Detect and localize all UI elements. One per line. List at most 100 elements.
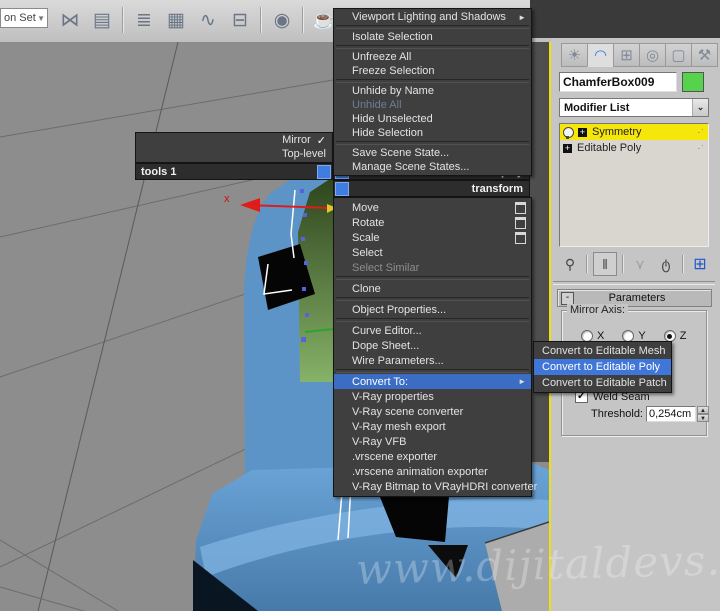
remove-modifier-icon[interactable]: ტ [655,253,677,275]
check-icon: ✓ [316,134,326,147]
quad-title-tools[interactable]: tools 1 [135,163,333,180]
container-icon[interactable]: ▦ [162,6,190,34]
display-menu-item[interactable]: Hide Selection [334,126,531,140]
display-menu-item[interactable]: Viewport Lighting and Shadows ► [334,10,531,24]
transform-menu-item[interactable]: .vrscene animation exporter [334,464,531,479]
transform-menu-item[interactable]: Rotate [334,215,531,230]
transform-menu-item[interactable]: Dope Sheet... [334,338,531,353]
threshold-spinner[interactable]: ▲ ▼ [697,406,709,422]
transform-menu-item[interactable]: .vrscene exporter [334,449,531,464]
transform-menu-item[interactable]: Object Properties... [334,302,531,317]
menu-item-label: Curve Editor... [352,324,422,337]
transform-menu-item[interactable]: Select [334,245,531,260]
modifier-list-label: Modifier List [564,101,630,114]
transform-menu-item[interactable]: V-Ray scene converter [334,404,531,419]
drag-dots-icon: ·˙ [697,143,705,153]
object-name-field[interactable] [559,72,677,92]
quad-menu-item[interactable]: Mirror ✓ [136,133,332,147]
menu-item-label: Convert to Editable Poly [542,361,661,373]
menu-separator [336,297,529,301]
display-tab[interactable]: ▢ [665,43,691,67]
transform-menu-item[interactable]: Curve Editor... [334,323,531,338]
modifier-stack-row[interactable]: + Symmetry ·˙ [560,124,708,140]
menu-item-label: Freeze Selection [352,65,435,77]
toolbar-icons: ⋈▤≣▦∿⊟◉☕☕ [54,4,372,36]
display-menu-item[interactable]: Hide Unselected [334,112,531,126]
quad-center-square [317,165,331,179]
transform-menu-item[interactable]: Wire Parameters... [334,353,531,368]
transform-menu-item[interactable]: Move [334,200,531,215]
transform-menu-item[interactable]: Scale [334,230,531,245]
toolbar-separator [622,255,624,273]
chevron-down-icon: ⌄ [692,99,708,116]
display-menu-item[interactable]: Unhide All [334,98,531,112]
named-selection-set-combo[interactable]: on Set ▼ [0,8,48,28]
show-end-result-icon[interactable]: ‖ [593,252,617,276]
modifier-stack-row[interactable]: + Editable Poly ·˙ [560,140,708,156]
transform-menu-item[interactable]: V-Ray VFB [334,434,531,449]
gizmo-x-label: x [224,193,230,205]
mirror-icon[interactable]: ⋈ [56,6,84,34]
curve-editor-icon[interactable]: ∿ [194,6,222,34]
spinner-up-icon[interactable]: ▲ [697,406,709,414]
menu-item-label: V-Ray VFB [352,435,407,448]
convert-submenu-item[interactable]: Convert to Editable Poly [534,359,671,375]
transform-menu-item[interactable]: Clone [334,281,531,296]
modifier-stack: + Symmetry ·˙ + Editable Poly ·˙ [559,123,709,247]
object-name-row [559,72,704,92]
settings-box-icon[interactable] [515,201,526,214]
create-tab[interactable]: ☀ [561,43,587,67]
convert-submenu-item[interactable]: Convert to Editable Patch [534,375,671,391]
display-menu-item[interactable]: Unfreeze All [334,50,531,64]
collapse-icon[interactable]: - [561,291,574,305]
convert-submenu-item[interactable]: Convert to Editable Mesh [534,343,671,359]
quad-title-transform[interactable]: transform [333,180,530,197]
layer-manager-icon[interactable]: ≣ [130,6,158,34]
transform-menu-item[interactable]: V-Ray Bitmap to VRayHDRI converter [334,479,537,494]
threshold-input[interactable] [646,406,696,422]
display-menu-item[interactable]: Freeze Selection [334,64,531,78]
radio-label: Z [679,330,687,342]
schematic-view-icon[interactable]: ⊟ [226,6,254,34]
transform-menu-item[interactable]: Convert To: ► [334,374,531,389]
menu-item-label: Save Scene State... [352,147,450,159]
drag-dots-icon: ·˙ [697,127,705,137]
threshold-label: Threshold: [591,408,643,420]
transform-menu-item[interactable]: V-Ray mesh export [334,419,531,434]
make-unique-icon[interactable]: ⋎ [629,253,651,275]
expand-icon[interactable]: + [563,143,572,153]
modifier-list-dropdown[interactable]: Modifier List ⌄ [559,98,709,117]
menu-item-label: Select [352,246,383,259]
menu-separator [336,141,529,145]
configure-modifier-sets-icon[interactable]: ⊞ [689,253,711,275]
toolbar-separator [122,7,124,33]
modify-tab[interactable]: ◠ [587,43,613,67]
menu-item-label: V-Ray Bitmap to VRayHDRI converter [352,480,538,493]
settings-box-icon[interactable] [515,231,526,244]
transform-menu-item[interactable]: Select Similar [334,260,531,275]
modifier-name: Editable Poly [577,142,642,154]
rollout-title: Parameters [608,292,666,304]
spinner-down-icon[interactable]: ▼ [697,414,709,422]
display-menu-item[interactable]: Isolate Selection [334,30,531,44]
display-menu-item[interactable]: Save Scene State... [334,146,531,160]
expand-icon[interactable]: + [578,127,587,137]
hierarchy-tab[interactable]: ⊞ [613,43,639,67]
motion-tab[interactable]: ◎ [639,43,665,67]
object-color-swatch[interactable] [682,72,704,92]
align-icon[interactable]: ▤ [88,6,116,34]
display-menu-item[interactable]: Unhide by Name [334,84,531,98]
menu-item-label: Hide Selection [352,127,423,139]
settings-box-icon[interactable] [515,216,526,229]
menu-separator [336,318,529,322]
display-menu-item[interactable]: Manage Scene States... [334,160,531,174]
transform-menu-item[interactable]: V-Ray properties [334,389,531,404]
menu-separator [336,276,529,280]
modifier-enable-bulb-icon[interactable] [563,126,574,139]
mirror-axis-label: Mirror Axis: [567,304,628,316]
menu-item-label: Viewport Lighting and Shadows [352,11,506,23]
pin-stack-icon[interactable]: ⚲ [559,253,581,275]
utilities-tab[interactable]: ⚒ [691,43,718,67]
quad-menu-item[interactable]: Top-level [136,147,332,161]
material-editor-icon[interactable]: ◉ [268,6,296,34]
